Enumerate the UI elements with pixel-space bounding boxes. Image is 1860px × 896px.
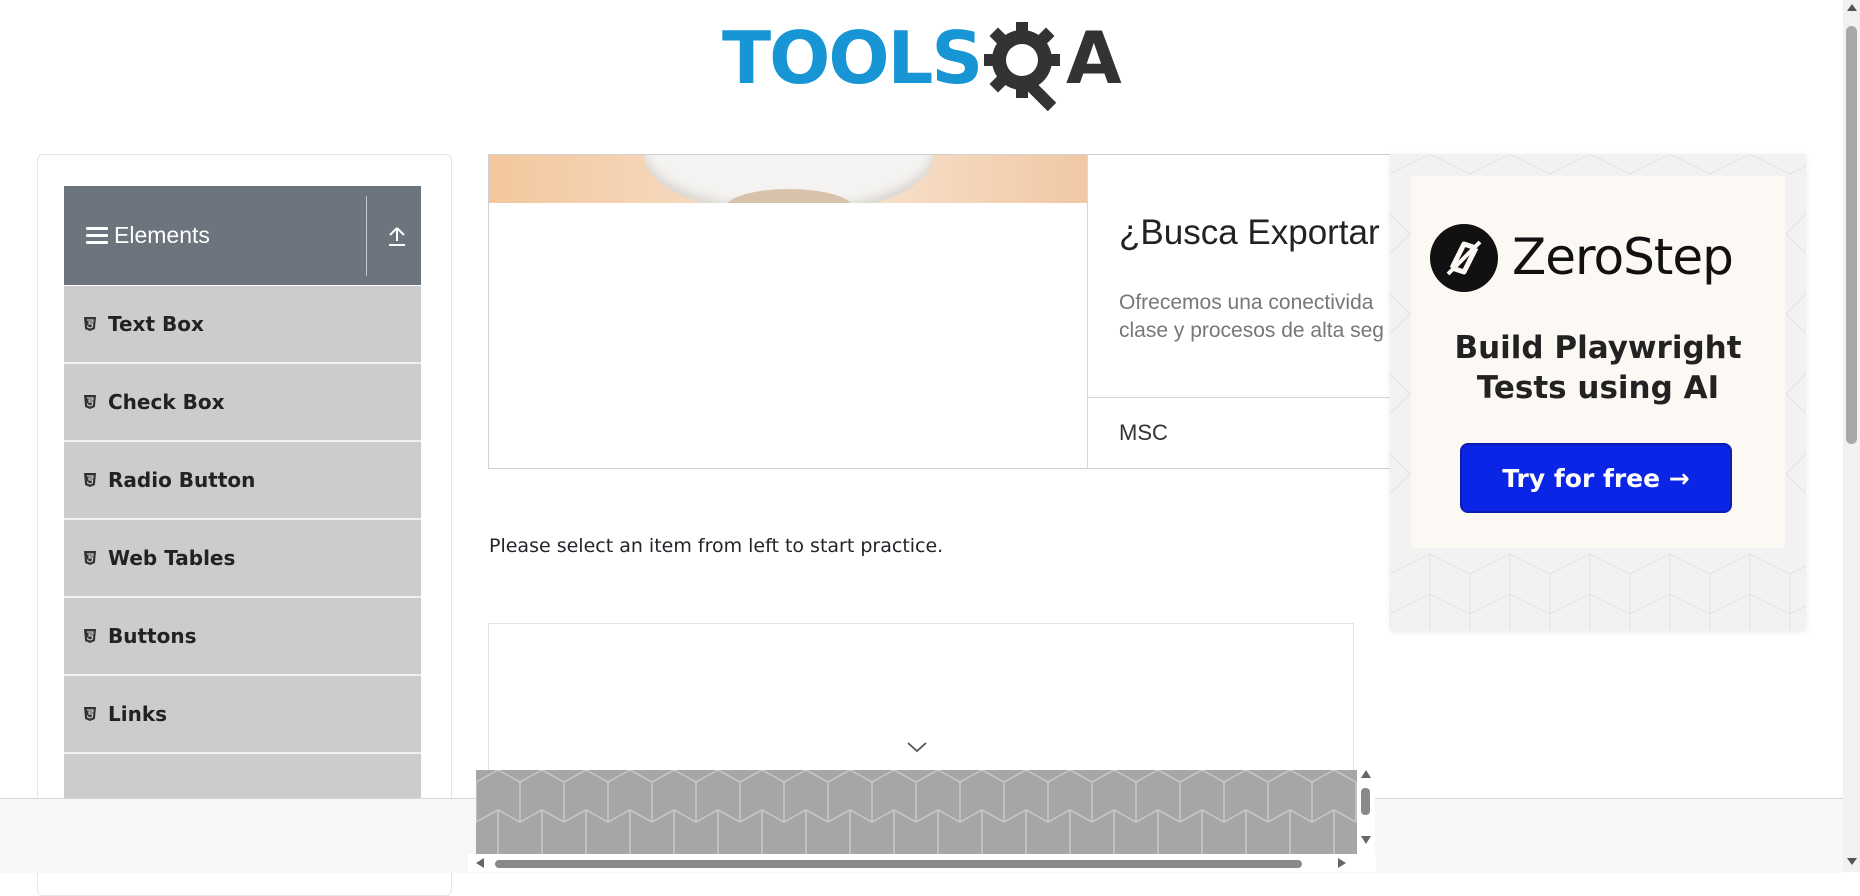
sidebar-item-label: Check Box xyxy=(108,390,225,414)
banner-vertical-scroll-thumb[interactable] xyxy=(1361,788,1370,815)
page-scroll-up-icon[interactable] xyxy=(1847,4,1857,11)
sponsored-ad-card[interactable]: ¿Busca Exportar Ofrecemos una conectivid… xyxy=(488,154,1532,469)
page-scroll-down-icon[interactable] xyxy=(1847,858,1857,865)
html5-icon xyxy=(84,707,96,721)
html5-icon xyxy=(84,629,96,643)
ad-source: MSC xyxy=(1119,420,1168,445)
banner-horizontal-scroll-thumb[interactable] xyxy=(495,860,1302,868)
zerostep-logo-icon xyxy=(1430,224,1498,292)
chevron-down-icon[interactable] xyxy=(906,740,928,754)
sidebar-item-links[interactable]: Links xyxy=(64,676,421,754)
logo-letter-a: A xyxy=(1066,16,1122,100)
page-scroll-thumb[interactable] xyxy=(1846,26,1857,444)
gear-magnifier-icon xyxy=(984,22,1060,112)
bottom-ad-banner[interactable] xyxy=(476,770,1357,854)
tagline-line: Tests using AI xyxy=(1476,370,1720,406)
scroll-right-arrow-icon[interactable] xyxy=(1338,858,1346,868)
elements-menu-list: Text Box Check Box Radio Button Web Tabl… xyxy=(64,286,421,832)
scroll-left-arrow-icon[interactable] xyxy=(476,858,484,868)
group-title: Elements xyxy=(114,222,210,248)
collapse-up-icon[interactable] xyxy=(386,224,408,248)
hamburger-icon xyxy=(86,227,108,245)
logo-wordmark: TOOLS xyxy=(722,16,983,100)
sidebar-item-label: Buttons xyxy=(108,624,197,648)
sidebar-item-check-box[interactable]: Check Box xyxy=(64,364,421,442)
toolsqa-logo[interactable]: TOOLS A xyxy=(722,20,1124,116)
sidebar-item-text-box[interactable]: Text Box xyxy=(64,286,421,364)
html5-icon xyxy=(84,551,96,565)
scroll-down-arrow-icon[interactable] xyxy=(1361,836,1371,844)
html5-icon xyxy=(84,317,96,331)
banner-pattern xyxy=(476,770,1357,854)
sidebar-item-radio-button[interactable]: Radio Button xyxy=(64,442,421,520)
sidebar-item-web-tables[interactable]: Web Tables xyxy=(64,520,421,598)
zerostep-ad[interactable]: ZeroStep Build Playwright Tests using AI… xyxy=(1390,154,1806,630)
html5-icon xyxy=(84,473,96,487)
header-divider xyxy=(366,196,367,276)
sidebar-item-label: Radio Button xyxy=(108,468,256,492)
content-frame xyxy=(488,623,1354,785)
sidebar-item-label: Web Tables xyxy=(108,546,236,570)
ad-image xyxy=(489,155,1087,203)
html5-icon xyxy=(84,395,96,409)
scroll-up-arrow-icon[interactable] xyxy=(1361,770,1371,778)
ad-divider xyxy=(1087,155,1088,468)
tagline-line: Build Playwright xyxy=(1454,330,1742,366)
try-for-free-button[interactable]: Try for free → xyxy=(1460,443,1732,513)
sidebar-item-label: Text Box xyxy=(108,312,204,336)
elements-group-header[interactable]: Elements xyxy=(64,186,421,285)
instruction-text: Please select an item from left to start… xyxy=(489,535,944,557)
sidebar-item-label: Links xyxy=(108,702,168,726)
zerostep-tagline: Build Playwright Tests using AI xyxy=(1390,328,1806,408)
ad-title[interactable]: ¿Busca Exportar xyxy=(1119,213,1380,253)
zerostep-brand: ZeroStep xyxy=(1512,228,1734,286)
sidebar-item-buttons[interactable]: Buttons xyxy=(64,598,421,676)
